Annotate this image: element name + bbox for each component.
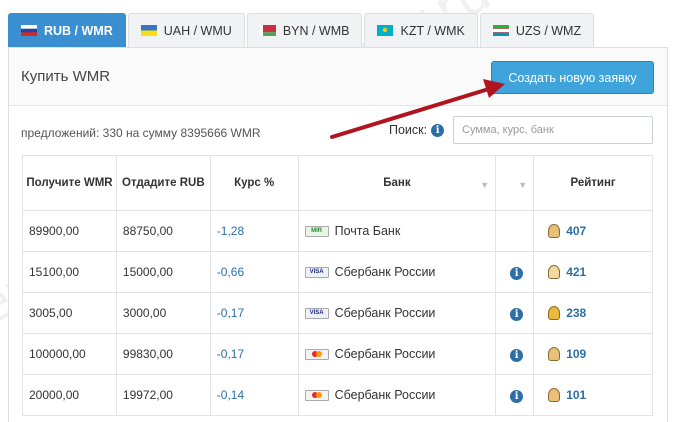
ukraine-flag-icon — [140, 25, 157, 36]
cell-rate: -0,17 — [209, 292, 299, 334]
bank-name: Сбербанк России — [334, 265, 436, 279]
panel-header: Купить WMR Создать новую заявку — [9, 48, 667, 106]
create-request-button[interactable]: Создать новую заявку — [491, 61, 654, 94]
header-label: Отдадите RUB — [122, 177, 205, 189]
tab-rub-wmr[interactable]: RUB / WMR — [8, 13, 126, 47]
cell-bank: MIR Почта Банк — [297, 210, 497, 252]
tab-kzt-wmk[interactable]: KZT / WMK — [364, 13, 478, 47]
tab-byn-wmb[interactable]: BYN / WMB — [246, 13, 363, 47]
header-rate[interactable]: Курс % — [209, 155, 299, 211]
man-avatar-icon — [548, 388, 561, 402]
man-avatar-icon — [548, 224, 561, 238]
cell-receive: 15100,00 — [22, 251, 117, 293]
cell-rate: -0,14 — [209, 374, 299, 416]
cell-rating: 109 — [533, 333, 653, 375]
shop-avatar-icon — [548, 306, 561, 320]
tab-label: KZT / WMK — [400, 23, 465, 38]
mir-card-icon: MIR — [304, 225, 329, 237]
info-icon[interactable]: i — [510, 348, 524, 362]
rating-link[interactable]: 238 — [566, 306, 586, 320]
search-label: Поиск: — [389, 123, 428, 137]
cell-receive: 100000,00 — [22, 333, 117, 375]
offers-panel: Купить WMR Создать новую заявку предложе… — [8, 47, 668, 422]
cell-rating: 101 — [533, 374, 653, 416]
cell-bank: VISA Сбербанк России — [297, 292, 497, 334]
kazakhstan-flag-icon — [377, 25, 394, 36]
cell-rate: -1,28 — [209, 210, 299, 252]
header-receive[interactable]: Получите WMR — [22, 155, 117, 211]
cell-info: i — [495, 251, 535, 293]
cell-rate: -0,66 — [209, 251, 299, 293]
tab-label: BYN / WMB — [282, 23, 350, 38]
tab-label: UZS / WMZ — [515, 23, 582, 38]
rating-link[interactable]: 421 — [566, 265, 586, 279]
tab-uah-wmu[interactable]: UAH / WMU — [127, 13, 245, 47]
cell-rating: 407 — [533, 210, 653, 252]
tab-label: RUB / WMR — [44, 23, 113, 38]
mc-card-icon — [304, 389, 329, 401]
offers-summary: предложений: 330 на сумму 8395666 WMR — [21, 126, 261, 140]
bank-name: Сбербанк России — [334, 388, 436, 402]
header-give[interactable]: Отдадите RUB — [115, 155, 211, 211]
table-row[interactable]: 15100,00 15000,00 -0,66 VISA Сбербанк Ро… — [22, 251, 653, 293]
cell-bank: Сбербанк России — [297, 333, 497, 375]
rating-link[interactable]: 101 — [566, 388, 586, 402]
tab-label: UAH / WMU — [163, 23, 232, 38]
cell-rating: 421 — [533, 251, 653, 293]
cell-info: i — [495, 292, 535, 334]
cell-give: 19972,00 — [115, 374, 211, 416]
search-label-wrap: Поиск: i — [389, 123, 445, 137]
cell-rating: 238 — [533, 292, 653, 334]
bank-name: Сбербанк России — [334, 306, 436, 320]
table-row[interactable]: 100000,00 99830,00 -0,17 Сбербанк России… — [22, 333, 653, 375]
table-header-row: Получите WMR Отдадите RUB Курс % Банк ▼ ▼… — [22, 155, 653, 211]
cell-give: 88750,00 — [115, 210, 211, 252]
header-label: Банк — [383, 177, 411, 189]
cell-receive: 3005,00 — [22, 292, 117, 334]
tab-uzs-wmz[interactable]: UZS / WMZ — [479, 13, 595, 47]
info-icon[interactable]: i — [431, 123, 445, 137]
info-icon[interactable]: i — [510, 389, 524, 403]
cell-rate: -0,17 — [209, 333, 299, 375]
header-rating[interactable]: Рейтинг — [533, 155, 653, 211]
cell-give: 99830,00 — [115, 333, 211, 375]
bank-name: Сбербанк России — [334, 347, 436, 361]
table-row[interactable]: 3005,00 3000,00 -0,17 VISA Сбербанк Росс… — [22, 292, 653, 334]
man-avatar-icon — [548, 347, 561, 361]
visa-card-icon: VISA — [304, 266, 329, 278]
cell-receive: 20000,00 — [22, 374, 117, 416]
cell-info — [495, 210, 535, 252]
rating-link[interactable]: 407 — [566, 224, 586, 238]
russia-flag-icon — [21, 25, 37, 36]
sort-icon: ▼ — [518, 180, 528, 190]
cell-receive: 89900,00 — [22, 210, 117, 252]
cell-give: 3000,00 — [115, 292, 211, 334]
cell-bank: Сбербанк России — [297, 374, 497, 416]
cell-info: i — [495, 374, 535, 416]
rating-link[interactable]: 109 — [566, 347, 586, 361]
table-row[interactable]: 20000,00 19972,00 -0,14 Сбербанк России … — [22, 374, 653, 416]
info-icon[interactable]: i — [510, 266, 524, 280]
header-label: Рейтинг — [570, 177, 616, 189]
cell-info: i — [495, 333, 535, 375]
header-bank[interactable]: Банк ▼ — [297, 155, 497, 211]
belarus-flag-icon — [259, 25, 276, 36]
header-info[interactable]: ▼ — [495, 155, 535, 211]
sort-icon: ▼ — [480, 180, 490, 190]
header-label: Курс % — [234, 177, 275, 189]
uzbekistan-flag-icon — [492, 25, 509, 36]
table-row[interactable]: 89900,00 88750,00 -1,28 MIR Почта Банк 4… — [22, 210, 653, 252]
mc-card-icon — [304, 348, 329, 360]
bank-name: Почта Банк — [334, 224, 401, 238]
search-input[interactable] — [453, 116, 653, 144]
woman-avatar-icon — [548, 265, 561, 279]
visa-card-icon: VISA — [304, 307, 329, 319]
cell-bank: VISA Сбербанк России — [297, 251, 497, 293]
info-icon[interactable]: i — [510, 307, 524, 321]
page-title: Купить WMR — [21, 68, 111, 85]
header-label: Получите WMR — [26, 177, 113, 189]
offers-table: Получите WMR Отдадите RUB Курс % Банк ▼ ▼… — [22, 155, 653, 416]
cell-give: 15000,00 — [115, 251, 211, 293]
currency-tabs: RUB / WMR UAH / WMU BYN / WMB KZT / WMK … — [8, 13, 596, 47]
